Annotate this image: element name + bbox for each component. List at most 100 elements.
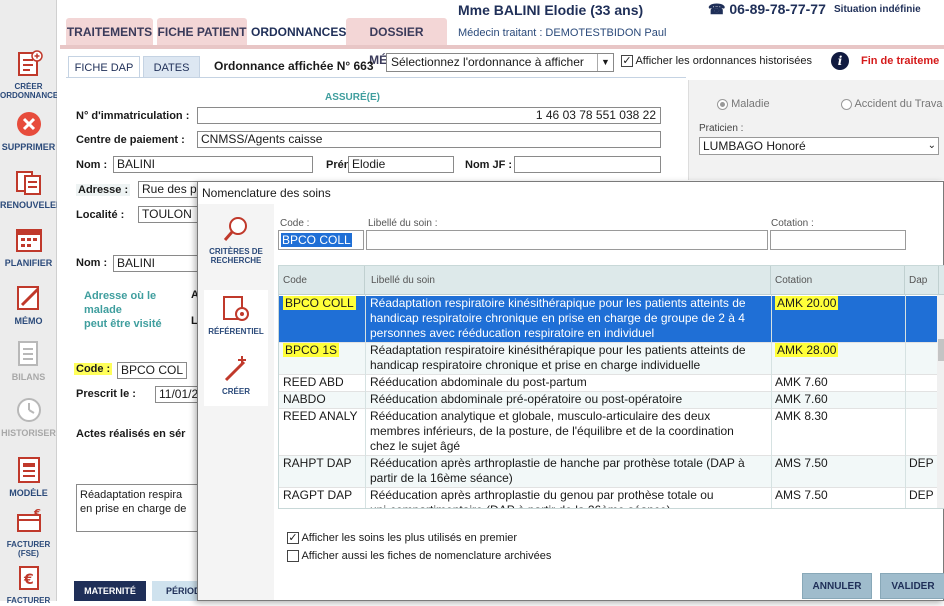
scrollbar-thumb[interactable] — [938, 339, 944, 361]
template-button[interactable]: MODÈLE — [0, 454, 57, 498]
plan-button[interactable]: PLANIFIER — [0, 224, 57, 268]
column-header-dap[interactable]: Dap — [905, 266, 939, 295]
show-historized-toggle[interactable]: ✓ Afficher les ordonnances historisées — [621, 55, 812, 68]
period-button[interactable]: PÉRIOD — [152, 581, 200, 601]
tab-traitements[interactable]: TRAITEMENTS — [66, 18, 153, 46]
delete-button[interactable]: SUPPRIMER — [0, 108, 57, 152]
address-field[interactable]: Rue des p — [138, 181, 198, 198]
illness-radio-option[interactable]: Maladie — [717, 98, 770, 110]
cell-libelle: Rééducation abdominale du post-partum — [365, 375, 771, 392]
prescribed-date-field[interactable]: 11/01/2 — [155, 386, 198, 403]
cell-code: NABDO — [279, 392, 365, 409]
table-row[interactable]: RAGPT DAP Rééducation après arthroplastie… — [279, 488, 939, 508]
first-name-field[interactable]: Elodie — [348, 156, 454, 173]
table-row[interactable]: REED ABD Rééducation abdominale du post-p… — [279, 375, 939, 392]
cell-cotation: AMK 7.60 — [771, 392, 905, 409]
renew-button[interactable]: RENOUVELER — [0, 166, 57, 210]
end-treatment-label: Fin de traiteme — [861, 55, 940, 67]
historize-button[interactable]: HISTORISER — [0, 394, 57, 438]
cell-libelle-text: Rééducation après arthroplastie du genou… — [370, 488, 714, 508]
filter-libelle-input[interactable] — [366, 230, 768, 250]
locality-label: Localité : — [76, 209, 125, 221]
bill-button[interactable]: € FACTURER — [0, 562, 57, 606]
payment-center-field[interactable]: CNMSS/Agents caisse — [197, 131, 661, 148]
subtab-dates[interactable]: DATES — [143, 56, 200, 78]
table-row[interactable]: BPCO 1S Réadaptation respiratoire kinésit… — [279, 343, 939, 375]
sidebar-label: SUPPRIMER — [1, 142, 56, 152]
archived-checkbox[interactable] — [287, 550, 299, 563]
cell-cotation: AMS 7.50 — [771, 456, 905, 488]
create-nomenclature-button[interactable]: CRÉER — [204, 350, 268, 406]
column-header-cotation[interactable]: Cotation — [771, 266, 905, 295]
most-used-checkbox[interactable]: ✓ — [287, 532, 299, 545]
maiden-name-label: Nom JF : — [465, 159, 513, 171]
sidebar-label: PLANIFIER — [4, 258, 53, 268]
reports-button[interactable]: BILANS — [0, 338, 57, 382]
immatriculation-field[interactable]: 1 46 03 78 551 038 22 — [197, 107, 661, 124]
cell-code-text: REED ABD — [283, 375, 344, 389]
filter-code-input[interactable]: BPCO COLL — [278, 230, 364, 250]
code-field[interactable]: BPCO COL — [117, 362, 187, 379]
historized-checkbox[interactable]: ✓ — [621, 55, 633, 68]
maiden-name-field[interactable] — [514, 156, 661, 173]
sidebar-label: FACTURER (FSE) — [6, 540, 51, 558]
cell-code: REED ANALY — [279, 409, 365, 456]
create-pencil-icon — [220, 354, 252, 384]
tab-ordonnances[interactable]: ORDONNANCES — [251, 18, 346, 46]
grid-scrollbar[interactable] — [937, 295, 944, 508]
subtab-fiche-dap[interactable]: FICHE DAP — [68, 56, 140, 78]
validate-button[interactable]: VALIDER — [880, 573, 944, 599]
locality-field[interactable]: TOULON — [138, 206, 198, 223]
cell-code-text: REED ANALY — [283, 409, 358, 423]
euro-card-icon: € — [13, 506, 45, 538]
report-icon — [13, 338, 45, 370]
column-divider — [771, 295, 772, 508]
table-row[interactable]: REED ANALY Rééducation analytique et glob… — [279, 409, 939, 456]
work-accident-radio[interactable] — [841, 98, 852, 110]
dialog-side-label: CRÉER — [221, 387, 250, 396]
bill-fse-button[interactable]: € FACTURER (FSE) — [0, 506, 57, 558]
last-name-label: Nom : — [76, 159, 108, 171]
practitioner-value: LUMBAGO Honoré — [703, 139, 806, 153]
work-accident-radio-option[interactable]: Accident du Trava — [841, 98, 943, 110]
table-row[interactable]: RAHPT DAP Rééducation après arthroplastie… — [279, 456, 939, 488]
create-ordonnance-button[interactable]: CRÉER ORDONNANCE — [0, 48, 57, 100]
table-row[interactable]: NABDO Rééducation abdominale pré-opératoi… — [279, 392, 939, 409]
memo-button[interactable]: MÉMO — [0, 282, 57, 326]
most-used-toggle[interactable]: ✓ Afficher les soins les plus utilisés e… — [287, 532, 517, 545]
cell-libelle-text: Rééducation abdominale du post-partum — [370, 375, 587, 389]
illness-radio[interactable] — [717, 98, 728, 110]
acts-textarea[interactable]: Réadaptation respira en prise en charge … — [76, 484, 206, 532]
cell-code-text: RAGPT DAP — [283, 488, 353, 502]
column-header-code[interactable]: Code — [279, 266, 365, 295]
visit-name-field[interactable]: BALINI — [113, 255, 198, 272]
table-row[interactable]: BPCO COLL Réadaptation respiratoire kinés… — [279, 296, 939, 343]
cell-cotation: AMS 7.50 — [771, 488, 905, 508]
payment-center-label: Centre de paiement : — [76, 134, 185, 146]
tab-fiche-patient[interactable]: FICHE PATIENT — [157, 18, 247, 46]
search-criteria-button[interactable]: CRITÈRES DE RECHERCHE — [204, 210, 268, 282]
practitioner-select[interactable]: LUMBAGO Honoré ⌄ — [699, 137, 939, 155]
cell-cotation-text: AMK 8.30 — [775, 409, 828, 423]
archived-toggle[interactable]: Afficher aussi les fiches de nomenclatur… — [287, 550, 552, 563]
referential-button[interactable]: RÉFÉRENTIEL — [204, 290, 268, 350]
last-name-field[interactable]: BALINI — [113, 156, 313, 173]
tab-dossier-medical[interactable]: DOSSIER MÉDICAL — [346, 18, 447, 67]
cell-dap: DEP — [905, 456, 939, 488]
cancel-button[interactable]: ANNULER — [802, 573, 872, 599]
patient-phone: ☎ 06-89-78-77-77 — [708, 1, 826, 18]
column-divider — [365, 295, 366, 508]
cell-code: RAHPT DAP — [279, 456, 365, 488]
nomenclature-dialog: Nomenclature des soins CRITÈRES DE RECHE… — [197, 181, 944, 601]
cell-dap — [905, 392, 939, 409]
cell-libelle: Réadaptation respiratoire kinésithérapiq… — [365, 296, 771, 343]
archived-label: Afficher aussi les fiches de nomenclatur… — [301, 550, 552, 562]
column-header-libelle[interactable]: Libellé du soin — [365, 266, 771, 295]
info-icon[interactable]: i — [831, 52, 849, 70]
cell-code-text: NABDO — [283, 392, 326, 406]
cell-libelle: Rééducation après arthroplastie du genou… — [365, 488, 771, 508]
filter-cotation-input[interactable] — [770, 230, 906, 250]
maternity-button[interactable]: MATERNITÉ — [74, 581, 146, 601]
cell-dap: DEP — [905, 488, 939, 508]
ordonnance-select[interactable]: Sélectionnez l'ordonnance à afficher ▼ — [386, 53, 614, 72]
